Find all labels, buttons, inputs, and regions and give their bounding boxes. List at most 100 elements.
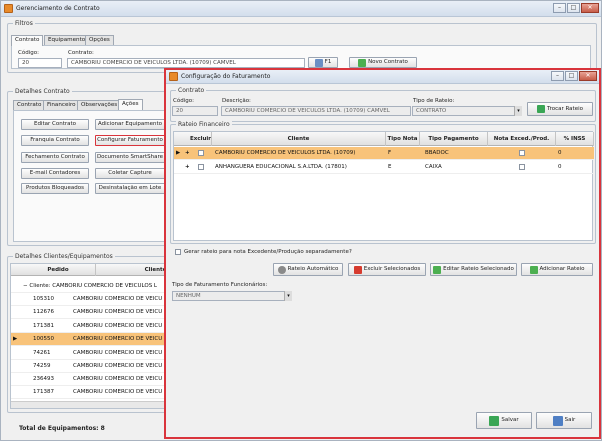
- exit-icon: [552, 415, 563, 426]
- inss-cell: 0: [558, 150, 562, 156]
- rateio-row[interactable]: + ANHANGUERA EDUCACIONAL S.A.LTDA. (1780…: [174, 161, 594, 174]
- col-pedido[interactable]: Pedido: [21, 264, 96, 276]
- expand-icon[interactable]: +: [185, 161, 190, 173]
- dialog-titlebar: Configuração do Faturamento – □ ✕: [166, 70, 599, 84]
- maximize-button[interactable]: □: [567, 3, 580, 13]
- dialog-codigo-field[interactable]: 20: [172, 106, 218, 116]
- tab-det-observacoes[interactable]: Observações: [77, 100, 122, 110]
- franquia-contrato-button[interactable]: Franquia Contrato: [21, 135, 89, 146]
- pedido-cell: 171387: [33, 389, 54, 395]
- sair-label: Sair: [564, 417, 576, 423]
- dialog-maximize-button[interactable]: □: [565, 71, 578, 81]
- main-window-title: Gerenciamento de Contrato: [16, 5, 100, 12]
- tipo-pagamento-cell: BBADOC: [425, 150, 449, 156]
- cliente-cell: CAMBORIU COMERCIO DE VEICULOS LTDA. (107…: [215, 150, 356, 156]
- rateio-row-selected[interactable]: ▶ + CAMBORIU COMERCIO DE VEICULOS LTDA. …: [174, 147, 594, 160]
- gerar-rateio-checkbox[interactable]: [175, 249, 181, 255]
- col-excluir[interactable]: Excluir: [190, 132, 212, 146]
- expand-icon[interactable]: +: [185, 147, 190, 159]
- tab-det-acoes[interactable]: Ações: [118, 99, 143, 110]
- cliente-cell: CAMBORIU COMERCIO DE VEICU: [73, 323, 163, 329]
- excluir-selecionados-button[interactable]: Excluir Selecionados: [348, 263, 426, 276]
- main-titlebar: Gerenciamento de Contrato – □ ✕: [1, 1, 601, 17]
- tipo-faturamento-select[interactable]: NENHUM: [172, 291, 292, 301]
- tab-filtro-equipamento[interactable]: Equipamento: [44, 35, 90, 45]
- dialog-icon: [169, 72, 178, 81]
- trocar-rateio-label: Trocar Rateio: [547, 105, 583, 112]
- app-icon: [4, 4, 13, 13]
- excluir-selecionados-label: Excluir Selecionados: [363, 266, 421, 272]
- gerar-rateio-label: Gerar rateio para nota Excedente/Produçã…: [184, 249, 352, 255]
- close-button[interactable]: ✕: [581, 3, 599, 13]
- col-tipo-nota[interactable]: Tipo Nota: [386, 132, 420, 146]
- rateio-grid-header: Excluir Cliente Tipo Nota Tipo Pagamento…: [174, 132, 594, 146]
- rateio-legend: Rateio Financeiro: [176, 121, 232, 128]
- documento-smartshare-button[interactable]: Documento SmartShare: [95, 152, 165, 163]
- configurar-faturamento-button[interactable]: Configurar Faturamento: [95, 135, 165, 146]
- desinstalacao-lote-button[interactable]: Desinstalação em Lote: [95, 183, 165, 194]
- save-icon: [489, 415, 500, 426]
- collapse-icon[interactable]: −: [23, 283, 28, 289]
- excluir-checkbox[interactable]: [198, 150, 204, 156]
- filtro-codigo-field[interactable]: 20: [18, 58, 62, 68]
- dialog-descricao-label: Descrição:: [222, 98, 251, 104]
- adicionar-rateio-button[interactable]: Adicionar Rateio: [521, 263, 593, 276]
- adicionar-rateio-label: Adicionar Rateio: [539, 266, 585, 272]
- fechamento-contrato-button[interactable]: Fechamento Contrato: [21, 152, 89, 163]
- tab-filtro-opcoes[interactable]: Opções: [85, 35, 114, 45]
- email-contadores-button[interactable]: E-mail Contadores: [21, 168, 89, 179]
- rateio-automatico-button[interactable]: Rateio Automático: [273, 263, 343, 276]
- pedido-cell: 74261: [33, 350, 51, 356]
- clientes-legend: Detalhes Clientes/Equipamentos: [13, 253, 115, 260]
- pedido-cell: 100550: [33, 336, 54, 342]
- dialog-title: Configuração do Faturamento: [181, 73, 271, 80]
- delete-icon: [353, 265, 362, 274]
- rateio-automatico-label: Rateio Automático: [287, 266, 339, 272]
- dialog-close-button[interactable]: ✕: [579, 71, 597, 81]
- filtro-contrato-label: Contrato:: [68, 50, 94, 56]
- tipo-nota-cell: E: [388, 164, 392, 170]
- pedido-cell: 236493: [33, 376, 54, 382]
- nota-exced-checkbox[interactable]: [519, 150, 525, 156]
- swap-icon: [537, 105, 546, 113]
- tab-filtro-contrato[interactable]: Contrato: [11, 35, 44, 46]
- salvar-button[interactable]: Salvar: [476, 412, 532, 429]
- tab-det-financeiro[interactable]: Financeiro: [43, 100, 80, 110]
- auto-icon: [277, 265, 286, 274]
- trocar-rateio-button[interactable]: Trocar Rateio: [527, 102, 593, 116]
- tipo-rateio-dropdown-icon[interactable]: ▾: [514, 106, 522, 116]
- col-inss[interactable]: % INSS: [556, 132, 594, 146]
- editar-rateio-button[interactable]: Editar Rateio Selecionado: [430, 263, 517, 276]
- f1-search-button[interactable]: F1: [308, 57, 338, 68]
- search-icon: [314, 58, 323, 67]
- col-tipo-pagamento[interactable]: Tipo Pagamento: [420, 132, 488, 146]
- tab-det-contrato[interactable]: Contrato: [13, 100, 46, 110]
- nota-exced-checkbox[interactable]: [519, 164, 525, 170]
- dialog-descricao-field[interactable]: CAMBORIU COMERCIO DE VEICULOS LTDA. (107…: [221, 106, 411, 116]
- tipo-faturamento-label: Tipo de Faturamento Funcionários:: [172, 282, 268, 288]
- pedido-cell: 105310: [33, 296, 54, 302]
- minimize-button[interactable]: –: [553, 3, 566, 13]
- sair-button[interactable]: Sair: [536, 412, 592, 429]
- tipo-rateio-select[interactable]: CONTRATO: [412, 106, 522, 116]
- inss-cell: 0: [558, 164, 562, 170]
- total-equipamentos: Total de Equipamentos: 8: [19, 425, 105, 432]
- coletar-capture-button[interactable]: Coletar Capture: [95, 168, 165, 179]
- editar-contrato-button[interactable]: Editar Contrato: [21, 119, 89, 130]
- produtos-bloqueados-button[interactable]: Produtos Bloqueados: [21, 183, 89, 194]
- add-icon: [529, 265, 538, 274]
- col-cliente[interactable]: Cliente: [212, 132, 386, 146]
- tipo-faturamento-dropdown-icon[interactable]: ▾: [284, 291, 292, 301]
- filtro-contrato-field[interactable]: CAMBORIU COMERCIO DE VEICULOS LTDA. (107…: [67, 58, 305, 68]
- adicionar-equipamento-button[interactable]: Adicionar Equipamento: [95, 119, 165, 130]
- cliente-cell: CAMBORIU COMERCIO DE VEICU: [73, 376, 163, 382]
- tipo-rateio-label: Tipo de Rateio:: [413, 98, 455, 104]
- group-label: Cliente: CAMBORIU COMERCIO DE VEICULOS L: [29, 283, 158, 289]
- cliente-cell: CAMBORIU COMERCIO DE VEICU: [73, 389, 163, 395]
- cliente-cell: CAMBORIU COMERCIO DE VEICU: [73, 309, 163, 315]
- col-nota-exced[interactable]: Nota Exced./Prod.: [488, 132, 556, 146]
- tipo-pagamento-cell: CAIXA: [425, 164, 442, 170]
- novo-contrato-button[interactable]: Novo Contrato: [349, 57, 417, 68]
- excluir-checkbox[interactable]: [198, 164, 204, 170]
- dialog-minimize-button[interactable]: –: [551, 71, 564, 81]
